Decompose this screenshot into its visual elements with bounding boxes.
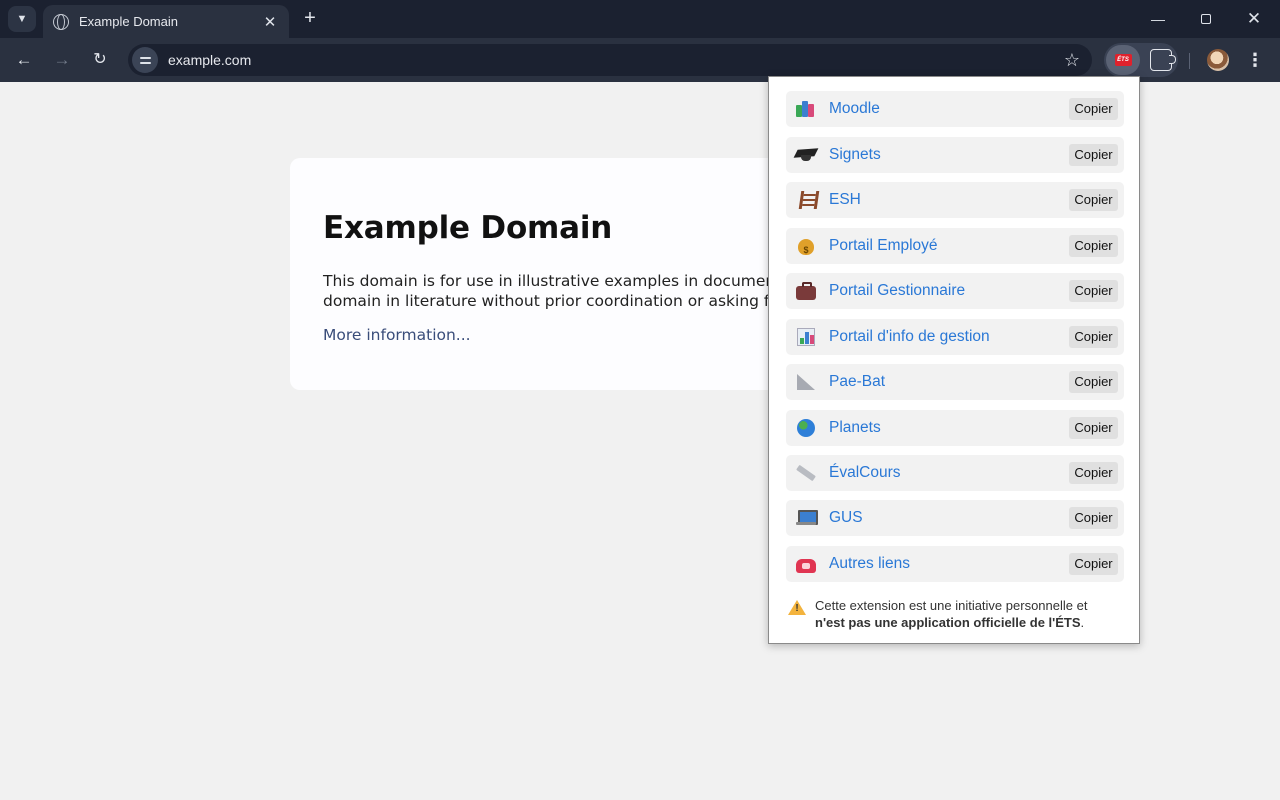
link-label[interactable]: Autres liens [829,555,1069,573]
tab-title: Example Domain [79,14,178,29]
ets-extension-button[interactable]: ÉTS [1106,45,1140,75]
close-icon[interactable]: ✕ [261,13,279,31]
url-text[interactable]: example.com [168,52,1064,68]
disclaimer-end: . [1080,615,1085,630]
extensions-puzzle-icon[interactable] [1150,49,1176,71]
graduation-cap-icon [794,145,818,165]
copy-button[interactable]: Copier [1069,235,1118,257]
ruler-icon [794,463,818,483]
globe-icon [53,13,69,30]
books-icon [794,99,818,119]
copy-button[interactable]: Copier [1069,189,1118,211]
link-label[interactable]: Pae-Bat [829,373,1069,391]
link-row-portail-info-gestion[interactable]: Portail d'info de gestion Copier [786,319,1124,355]
ets-extension-popup: Moodle Copier Signets Copier ESH Copier … [768,76,1140,644]
link-row-esh[interactable]: ESH Copier [786,182,1124,218]
bookmark-star-icon[interactable]: ☆ [1064,50,1080,71]
ets-logo-icon: ÉTS [1114,54,1132,66]
disclaimer-line: Cette extension est une initiative perso… [815,598,1088,613]
link-row-pae-bat[interactable]: Pae-Bat Copier [786,364,1124,400]
maximize-button[interactable] [1195,8,1217,30]
reload-button[interactable]: ↻ [88,48,112,72]
link-row-gus[interactable]: GUS Copier [786,500,1124,536]
toolbar-divider [1189,53,1190,69]
warning-icon [788,600,806,616]
triangle-ruler-icon [794,372,818,392]
copy-button[interactable]: Copier [1069,326,1118,348]
link-label[interactable]: Portail Employé [829,237,1069,255]
window-close-button[interactable]: ✕ [1243,8,1265,30]
link-row-signets[interactable]: Signets Copier [786,137,1124,173]
globe-icon [794,418,818,438]
link-row-moodle[interactable]: Moodle Copier [786,91,1124,127]
copy-button[interactable]: Copier [1069,417,1118,439]
disclaimer-text: Cette extension est une initiative perso… [815,597,1087,631]
link-label[interactable]: ÉvalCours [829,464,1069,482]
briefcase-icon [794,281,818,301]
copy-button[interactable]: Copier [1069,462,1118,484]
profile-avatar[interactable] [1207,49,1229,71]
copy-button[interactable]: Copier [1069,98,1118,120]
forward-button[interactable]: → [50,48,74,72]
ladder-icon [794,190,818,210]
telephone-icon [794,554,818,574]
chevron-down-icon: ▼ [16,13,28,25]
link-row-evalcours[interactable]: ÉvalCours Copier [786,455,1124,491]
tab-search-button[interactable]: ▼ [8,6,36,32]
link-row-planets[interactable]: Planets Copier [786,410,1124,446]
copy-button[interactable]: Copier [1069,144,1118,166]
link-label[interactable]: Portail d'info de gestion [829,328,1069,346]
link-label[interactable]: Portail Gestionnaire [829,282,1069,300]
back-button[interactable]: ← [12,48,36,72]
site-info-icon[interactable] [132,47,158,73]
minimize-button[interactable]: — [1147,8,1169,30]
link-row-portail-employe[interactable]: Portail Employé Copier [786,228,1124,264]
address-bar[interactable]: example.com ☆ [128,44,1092,76]
menu-kebab-icon[interactable]: ⋮ [1245,48,1265,72]
bar-chart-icon [794,327,818,347]
copy-button[interactable]: Copier [1069,280,1118,302]
link-row-autres-liens[interactable]: Autres liens Copier [786,546,1124,582]
disclaimer-bold: n'est pas une application officielle de … [815,615,1081,630]
browser-titlebar: ▼ Example Domain ✕ + — ✕ [0,0,1280,38]
tab-example-domain[interactable]: Example Domain ✕ [43,5,289,38]
link-label[interactable]: ESH [829,191,1069,209]
copy-button[interactable]: Copier [1069,371,1118,393]
more-information-link[interactable]: More information... [323,326,471,344]
link-label[interactable]: Signets [829,146,1069,164]
link-label[interactable]: Planets [829,419,1069,437]
money-bag-icon [794,236,818,260]
copy-button[interactable]: Copier [1069,507,1118,529]
laptop-icon [794,508,818,528]
new-tab-button[interactable]: + [298,7,322,31]
extensions-group: ÉTS [1104,43,1178,77]
page-title: Example Domain [323,210,613,246]
copy-button[interactable]: Copier [1069,553,1118,575]
disclaimer-notice: Cette extension est une initiative perso… [788,597,1128,631]
link-label[interactable]: Moodle [829,100,1069,118]
link-row-portail-gestionnaire[interactable]: Portail Gestionnaire Copier [786,273,1124,309]
link-label[interactable]: GUS [829,509,1069,527]
maximize-icon [1201,14,1211,24]
